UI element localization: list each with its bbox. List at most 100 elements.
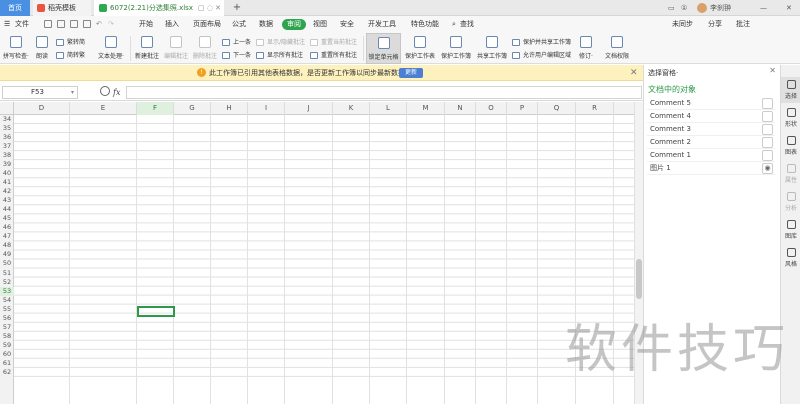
- menu-review[interactable]: 审阅: [282, 19, 306, 30]
- pane-item-comment-5[interactable]: Comment 5: [647, 97, 775, 110]
- row-header-37[interactable]: 37: [0, 142, 14, 151]
- print-icon[interactable]: [70, 20, 78, 28]
- row-header-57[interactable]: 57: [0, 323, 14, 332]
- row-header-35[interactable]: 35: [0, 124, 14, 133]
- rail-style[interactable]: 风格: [781, 245, 800, 271]
- menu-data[interactable]: 数据: [259, 16, 273, 33]
- preview-icon[interactable]: [83, 20, 91, 28]
- menu-file[interactable]: 文件: [15, 16, 29, 33]
- protect-and-share-button[interactable]: 保护并共享工作簿: [512, 37, 571, 48]
- visibility-toggle[interactable]: [762, 98, 773, 109]
- column-header-i[interactable]: I: [248, 102, 285, 115]
- notification-badge-icon[interactable]: ①: [681, 0, 687, 16]
- hamburger-menu-icon[interactable]: ☰: [4, 16, 10, 33]
- row-header-46[interactable]: 46: [0, 223, 14, 232]
- menu-formula[interactable]: 公式: [232, 16, 246, 33]
- visibility-toggle[interactable]: [762, 111, 773, 122]
- rail-select[interactable]: 选择: [781, 77, 800, 103]
- menu-insert[interactable]: 插入: [165, 16, 179, 33]
- row-header-52[interactable]: 52: [0, 278, 14, 287]
- row-header-36[interactable]: 36: [0, 133, 14, 142]
- column-header-g[interactable]: G: [174, 102, 211, 115]
- menu-special-features[interactable]: 特色功能: [411, 16, 439, 33]
- share-book-button[interactable]: 共享工作簿: [475, 33, 509, 64]
- row-header-56[interactable]: 56: [0, 314, 14, 323]
- row-header-43[interactable]: 43: [0, 196, 14, 205]
- read-aloud-button[interactable]: 朗读: [33, 33, 51, 64]
- row-header-55[interactable]: 55: [0, 305, 14, 314]
- row-header-53[interactable]: 53: [0, 286, 14, 296]
- menu-page-layout[interactable]: 页面布局: [193, 16, 221, 33]
- next-comment-button[interactable]: 下一条: [222, 50, 251, 61]
- protect-sheet-button[interactable]: 保护工作表: [403, 33, 437, 64]
- export-icon[interactable]: [57, 20, 65, 28]
- row-header-48[interactable]: 48: [0, 241, 14, 250]
- pane-item-comment-3[interactable]: Comment 3: [647, 123, 775, 136]
- row-header-50[interactable]: 50: [0, 259, 14, 268]
- doc-rights-button[interactable]: 文档权限: [602, 33, 632, 64]
- menu-start[interactable]: 开始: [139, 16, 153, 33]
- selected-cell[interactable]: [137, 306, 175, 317]
- visibility-toggle[interactable]: [762, 150, 773, 161]
- new-tab-button[interactable]: +: [230, 0, 244, 16]
- show-hide-comment-button[interactable]: 显示/隐藏批注: [256, 37, 305, 48]
- column-header-d[interactable]: D: [14, 102, 70, 115]
- column-header-k[interactable]: K: [333, 102, 370, 115]
- row-header-62[interactable]: 62: [0, 368, 14, 377]
- rail-gallery[interactable]: 图库: [781, 217, 800, 243]
- menu-comment[interactable]: 批注: [736, 16, 750, 33]
- row-header-49[interactable]: 49: [0, 250, 14, 259]
- scrollbar-thumb[interactable]: [636, 259, 642, 299]
- redo-icon[interactable]: ↷: [108, 16, 114, 33]
- reset-all-comments-button[interactable]: 重置所有批注: [310, 50, 357, 61]
- visibility-toggle[interactable]: [762, 124, 773, 135]
- trad-to-simp-button[interactable]: 繁转简: [56, 37, 85, 48]
- delete-comment-button[interactable]: 删除批注: [191, 33, 219, 64]
- pane-title[interactable]: 选择窗格·: [648, 68, 678, 78]
- row-header-38[interactable]: 38: [0, 151, 14, 160]
- row-header-41[interactable]: 41: [0, 178, 14, 187]
- name-box[interactable]: F53 ▾: [2, 86, 78, 99]
- tab-active-workbook[interactable]: 6072(2.21)分选集照.xlsx ▢ ◌ ✕: [94, 0, 224, 16]
- close-icon[interactable]: ✕: [630, 65, 638, 81]
- column-header-q[interactable]: Q: [538, 102, 576, 115]
- row-header-61[interactable]: 61: [0, 359, 14, 368]
- row-header-51[interactable]: 51: [0, 269, 14, 278]
- row-header-42[interactable]: 42: [0, 187, 14, 196]
- cell-grid[interactable]: [14, 115, 634, 404]
- update-button[interactable]: 更新: [399, 68, 423, 78]
- rail-properties[interactable]: 属性: [781, 161, 800, 187]
- fx-icon[interactable]: fx: [113, 84, 120, 101]
- revise-button[interactable]: 修订·: [573, 33, 599, 64]
- new-comment-button[interactable]: 新建批注: [133, 33, 161, 64]
- pane-item-picture-1[interactable]: 图片 1 ◉: [647, 162, 775, 175]
- pane-item-comment-1[interactable]: Comment 1: [647, 149, 775, 162]
- row-header-45[interactable]: 45: [0, 214, 14, 223]
- menu-developer[interactable]: 开发工具: [368, 16, 396, 33]
- save-icon[interactable]: [44, 20, 52, 28]
- menu-sync[interactable]: 未同步: [672, 16, 693, 33]
- row-header-58[interactable]: 58: [0, 332, 14, 341]
- minimize-button[interactable]: —: [760, 0, 767, 16]
- lock-cell-button[interactable]: 锁定单元格: [366, 33, 401, 64]
- tab-home[interactable]: 首页: [0, 0, 30, 16]
- monitor-icon[interactable]: ▭: [668, 0, 675, 16]
- close-icon[interactable]: ✕: [769, 66, 776, 75]
- select-all-corner[interactable]: [0, 102, 14, 115]
- column-header-o[interactable]: O: [476, 102, 507, 115]
- menu-view[interactable]: 视图: [313, 16, 327, 33]
- allow-edit-range-button[interactable]: 允许用户编辑区域: [512, 50, 571, 61]
- row-header-40[interactable]: 40: [0, 169, 14, 178]
- user-name[interactable]: 李刹翀: [710, 0, 731, 16]
- row-header-39[interactable]: 39: [0, 160, 14, 169]
- column-header-h[interactable]: H: [211, 102, 248, 115]
- row-header-54[interactable]: 54: [0, 296, 14, 305]
- reset-current-comment-button[interactable]: 重置当前批注: [310, 37, 357, 48]
- menu-search[interactable]: 查找: [460, 16, 474, 33]
- tab-template-store[interactable]: 稻壳模板: [33, 0, 91, 16]
- row-header-34[interactable]: 34: [0, 115, 14, 124]
- pane-item-comment-4[interactable]: Comment 4: [647, 110, 775, 123]
- show-all-comments-button[interactable]: 显示所有批注: [256, 50, 303, 61]
- protect-book-button[interactable]: 保护工作簿: [439, 33, 473, 64]
- chevron-down-icon[interactable]: ▾: [71, 87, 74, 98]
